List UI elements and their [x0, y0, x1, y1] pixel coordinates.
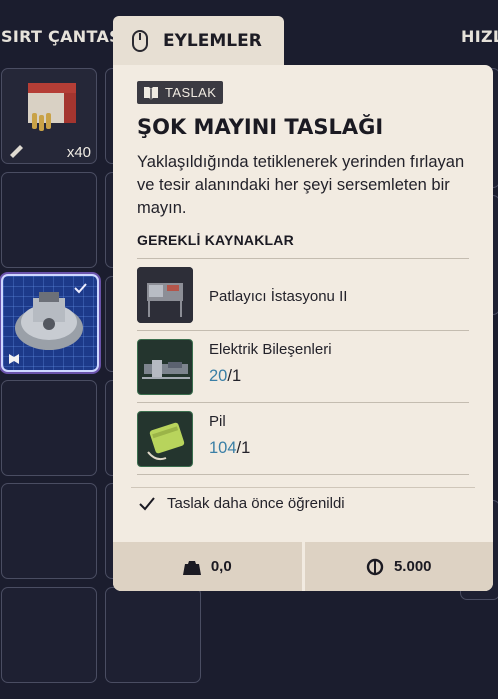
electrical-components-icon [137, 339, 193, 395]
inventory-slot-empty[interactable] [1, 380, 97, 476]
backpack-title: SIRT ÇANTASI [1, 27, 128, 46]
requirement-amount: 20/1 [209, 367, 242, 385]
inventory-slot-empty[interactable] [105, 587, 201, 683]
requirement-row: Pil 104/1 [137, 410, 469, 470]
item-quantity: x40 [66, 144, 91, 161]
workstation-icon [137, 267, 193, 323]
item-description: Yaklaşıldığında tetiklenerek yerinden fı… [137, 153, 465, 217]
blueprint-badge: TASLAK [137, 81, 224, 104]
book-icon [144, 86, 158, 99]
divider [137, 258, 469, 259]
inventory-slot-empty[interactable] [1, 172, 97, 268]
learned-text: Taslak daha önce öğrenildi [167, 495, 345, 512]
battery-icon [137, 411, 193, 467]
weight-cell: 0,0 [113, 542, 302, 591]
item-title: ŞOK MAYINI TASLAĞI [137, 115, 384, 139]
requirement-name: Pil [209, 413, 226, 430]
weight-value: 0,0 [210, 558, 232, 575]
divider [131, 487, 475, 488]
price-value: 5.000 [393, 558, 432, 575]
inventory-slot-shock-mine-blueprint[interactable] [1, 274, 99, 372]
tooltip-footer: 0,0 5.000 [113, 542, 493, 591]
requirements-header: GEREKLİ KAYNAKLAR [137, 232, 294, 248]
checkmark-icon [139, 496, 155, 510]
weight-icon [182, 560, 201, 575]
requirement-row: Elektrik Bileşenleri 20/1 [137, 338, 469, 398]
requirement-row: Patlayıcı İstasyonu II [137, 266, 469, 326]
price-cell: 5.000 [301, 542, 493, 591]
inventory-slot-ammo[interactable]: x40 [1, 68, 97, 164]
item-tooltip: TASLAK ŞOK MAYINI TASLAĞI Yaklaşıldığınd… [113, 65, 493, 591]
quick-use-title: HIZL [461, 27, 498, 46]
badge-label: TASLAK [165, 85, 217, 100]
requirement-name: Patlayıcı İstasyonu II [209, 288, 348, 305]
mouse-icon [132, 30, 148, 52]
divider [137, 474, 469, 475]
divider [137, 402, 469, 403]
inventory-slot-empty[interactable] [1, 483, 97, 579]
actions-tab-label: EYLEMLER [163, 31, 262, 51]
requirement-name: Elektrik Bileşenleri [209, 341, 332, 358]
shock-mine-icon [9, 283, 87, 364]
inventory-slot-empty[interactable] [1, 587, 97, 683]
actions-tab[interactable]: EYLEMLER [113, 16, 284, 66]
requirement-amount: 104/1 [209, 439, 251, 457]
learned-status: Taslak daha önce öğrenildi [139, 495, 345, 512]
divider [137, 330, 469, 331]
coin-icon [366, 558, 384, 575]
